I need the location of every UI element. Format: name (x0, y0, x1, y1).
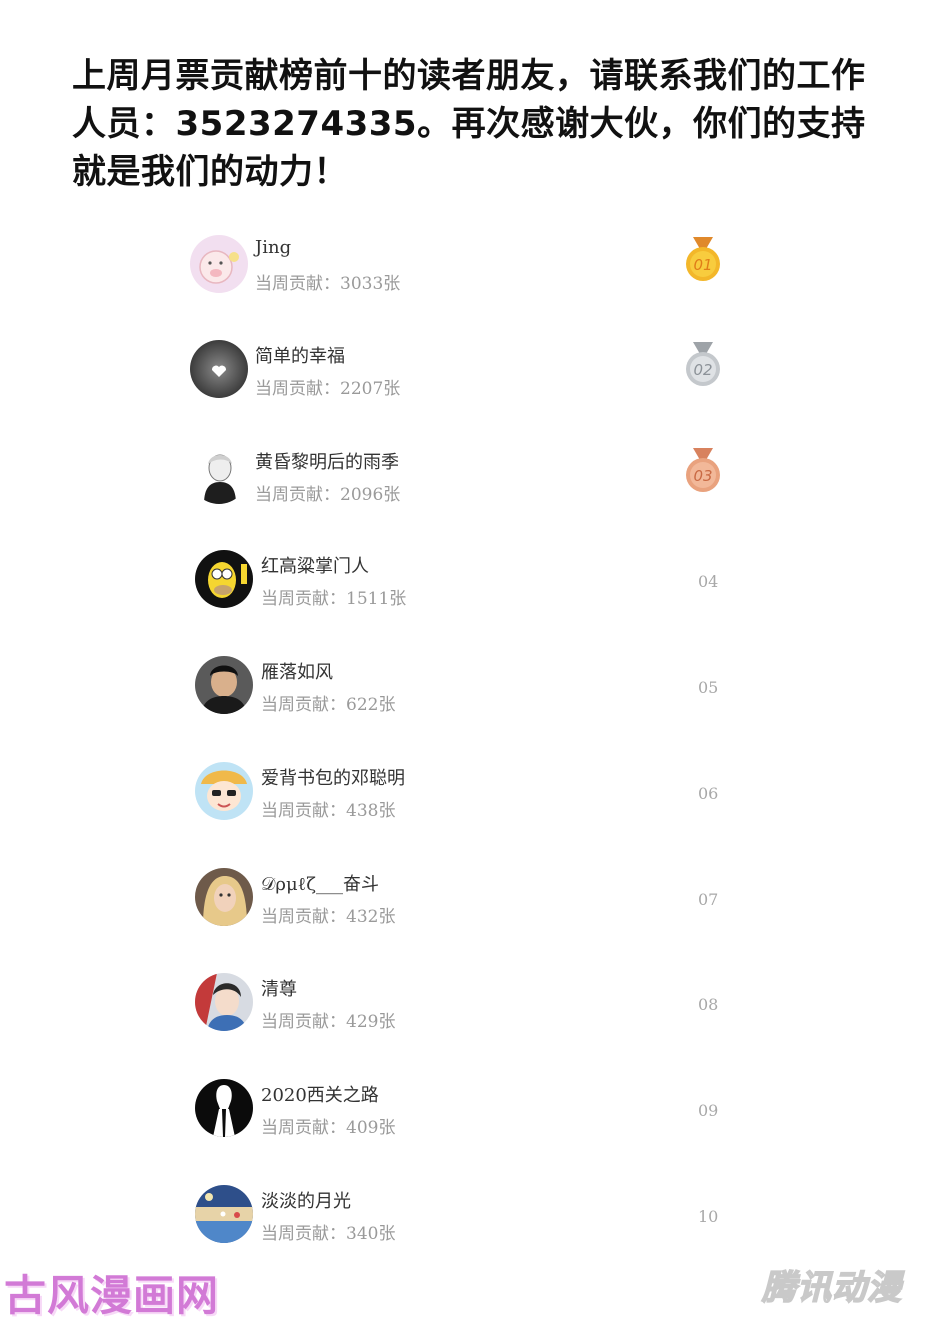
contribution-text: 当周贡献：432张 (261, 907, 396, 927)
contribution-text: 当周贡献：340张 (261, 1224, 396, 1244)
rank-number: 10 (698, 1207, 719, 1226)
rank-number: 09 (698, 1101, 719, 1120)
ranking-row-9: 2020西关之路 当周贡献：409张 09 (0, 1079, 933, 1185)
username: 红高粱掌门人 (261, 556, 369, 577)
contribution-text: 当周贡献：2096张 (255, 485, 401, 505)
username: 清尊 (261, 979, 297, 1000)
username: 爱背书包的邓聪明 (261, 768, 405, 789)
contribution-text: 当周贡献：429张 (261, 1012, 396, 1032)
ranking-row-3: 黄昏黎明后的雨季 当周贡献：2096张 03 (0, 446, 933, 552)
gold-medal-icon: 01 (684, 235, 722, 285)
contribution-amount: 438 (346, 801, 379, 821)
avatar (195, 868, 253, 926)
contribution-amount: 3033 (340, 274, 384, 294)
contribution-amount: 2096 (340, 485, 384, 505)
rank-number: 07 (698, 890, 719, 909)
site-watermark-right: 腾讯动漫 (761, 1267, 902, 1309)
contribution-amount: 429 (346, 1012, 379, 1032)
avatar (195, 550, 253, 608)
contribution-amount: 432 (346, 907, 379, 927)
avatar (195, 762, 253, 820)
medal-rank-text: 02 (693, 361, 712, 379)
ranking-row-4: 红高粱掌门人 当周贡献：1511张 04 (0, 550, 933, 656)
username: 黄昏黎明后的雨季 (255, 452, 399, 473)
ranking-row-8: 清尊 当周贡献：429张 08 (0, 973, 933, 1079)
contribution-text: 当周贡献：438张 (261, 801, 396, 821)
rank-number: 08 (698, 995, 719, 1014)
ranking-row-6: 爱背书包的邓聪明 当周贡献：438张 06 (0, 762, 933, 868)
contribution-amount: 340 (346, 1224, 379, 1244)
avatar (195, 973, 253, 1031)
username: 𝒟ρμℓζ___奋斗 (261, 874, 380, 895)
ranking-row-7: 𝒟ρμℓζ___奋斗 当周贡献：432张 07 (0, 868, 933, 974)
username: 2020西关之路 (261, 1085, 379, 1106)
contribution-amount: 2207 (340, 379, 384, 399)
contribution-amount: 622 (346, 695, 379, 715)
avatar (190, 235, 248, 293)
username: 简单的幸福 (255, 346, 345, 367)
contribution-text: 当周贡献：622张 (261, 695, 396, 715)
site-watermark-left: 古风漫画网 (4, 1271, 220, 1320)
medal-rank-text: 01 (693, 256, 712, 274)
avatar (195, 656, 253, 714)
avatar (190, 340, 248, 398)
rank-number: 05 (698, 678, 719, 697)
rank-number: 04 (698, 572, 719, 591)
username: Jing (255, 237, 292, 258)
ranking-row-2: 简单的幸福 当周贡献：2207张 02 (0, 340, 933, 446)
avatar (195, 1185, 253, 1243)
avatar (195, 1079, 253, 1137)
contribution-text: 当周贡献：409张 (261, 1118, 396, 1138)
bronze-medal-icon: 03 (684, 446, 722, 496)
silver-medal-icon: 02 (684, 340, 722, 390)
contribution-text: 当周贡献：3033张 (255, 274, 401, 294)
ranking-row-5: 雁落如风 当周贡献：622张 05 (0, 656, 933, 762)
contribution-amount: 409 (346, 1118, 379, 1138)
monthly-ticket-ranking-list: Jing 当周贡献：3033张 01 简单的幸福 当周贡献：2207张 02 黄… (0, 0, 933, 1321)
ranking-row-1: Jing 当周贡献：3033张 01 (0, 235, 933, 341)
rank-number: 06 (698, 784, 719, 803)
contribution-text: 当周贡献：2207张 (255, 379, 401, 399)
avatar (190, 446, 248, 504)
username: 雁落如风 (261, 662, 333, 683)
contribution-text: 当周贡献：1511张 (261, 589, 407, 609)
contribution-amount: 1511 (346, 589, 390, 609)
username: 淡淡的月光 (261, 1191, 351, 1212)
medal-rank-text: 03 (693, 467, 712, 485)
